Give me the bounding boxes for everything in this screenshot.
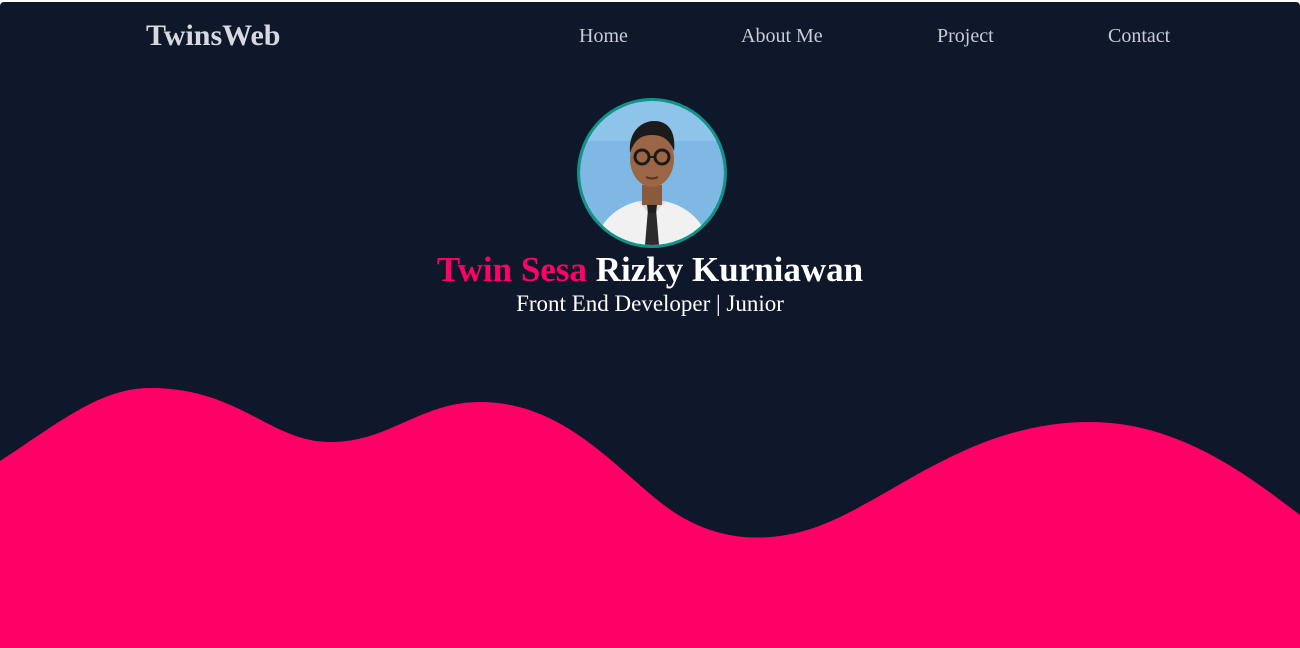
nav-about-me[interactable]: About Me <box>741 25 823 48</box>
profile-subtitle: Front End Developer | Junior <box>516 291 784 316</box>
nav-contact[interactable]: Contact <box>1108 25 1170 48</box>
nav-home[interactable]: Home <box>579 25 628 48</box>
profile-photo <box>580 101 724 245</box>
nav-project[interactable]: Project <box>937 25 994 48</box>
hero-section: TwinsWeb Home About Me Project Contact T… <box>0 2 1300 648</box>
page: TwinsWeb Home About Me Project Contact T… <box>0 0 1300 648</box>
brand-logo[interactable]: TwinsWeb <box>146 19 281 53</box>
name-rest: Rizky Kurniawan <box>595 250 864 289</box>
profile-avatar <box>577 98 727 248</box>
profile-name: Twin Sesa Rizky Kurniawan <box>0 250 1300 290</box>
name-first-highlight: Twin Sesa <box>436 250 587 289</box>
